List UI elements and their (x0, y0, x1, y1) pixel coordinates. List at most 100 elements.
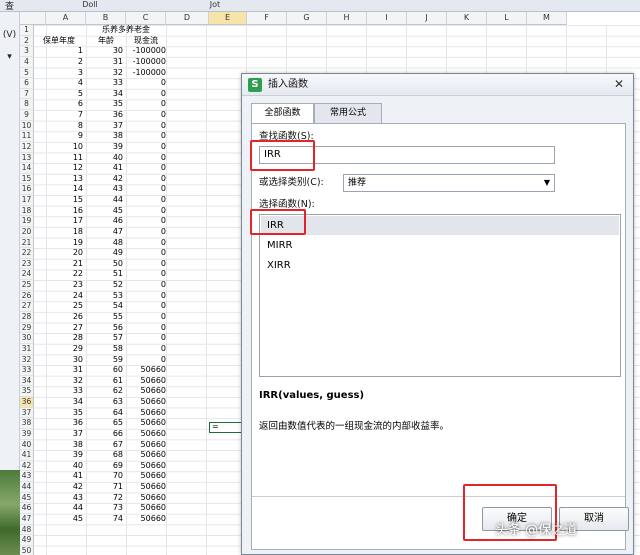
cell-cash-flow[interactable]: 0 (126, 344, 166, 355)
cell-age[interactable]: 51 (86, 269, 123, 280)
row-header[interactable]: 41 (20, 450, 34, 461)
cell-age[interactable]: 35 (86, 99, 123, 110)
cell-policy-year[interactable]: 10 (46, 142, 83, 153)
cell-policy-year[interactable]: 40 (46, 461, 83, 472)
cell-policy-year[interactable]: 43 (46, 493, 83, 504)
cell-policy-year[interactable]: 36 (46, 418, 83, 429)
column-header-k[interactable]: K (447, 12, 487, 25)
cell-policy-year[interactable]: 18 (46, 227, 83, 238)
cell-cash-flow[interactable]: 0 (126, 89, 166, 100)
row-header[interactable]: 50 (20, 545, 34, 555)
row-header[interactable]: 35 (20, 386, 34, 398)
cell-age[interactable]: 49 (86, 248, 123, 259)
row-header[interactable]: 25 (20, 280, 34, 291)
close-icon[interactable]: ✕ (611, 77, 627, 92)
row-header[interactable]: 21 (20, 237, 34, 249)
cell-age[interactable]: 45 (86, 206, 123, 217)
cell-policy-year[interactable]: 19 (46, 238, 83, 249)
column-header-g[interactable]: G (287, 12, 327, 25)
cell-cash-flow[interactable]: 50660 (126, 418, 166, 429)
cell-policy-year[interactable]: 16 (46, 206, 83, 217)
column-header-f[interactable]: F (247, 12, 287, 25)
row-header[interactable]: 22 (20, 248, 34, 259)
column-header-c[interactable]: C (126, 12, 166, 25)
row-header[interactable]: 24 (20, 269, 34, 281)
cell-cash-flow[interactable]: 0 (126, 78, 166, 89)
cell-policy-year[interactable]: 31 (46, 365, 83, 376)
cell-age[interactable]: 31 (86, 57, 123, 68)
cell-cash-flow[interactable]: 50660 (126, 440, 166, 451)
cell-cash-flow[interactable]: 50660 (126, 493, 166, 504)
row-header[interactable]: 37 (20, 407, 34, 419)
cell-cash-flow[interactable]: 0 (126, 195, 166, 206)
cell-policy-year[interactable]: 2 (46, 57, 83, 68)
row-header[interactable]: 32 (20, 354, 34, 366)
row-header[interactable]: 4 (20, 56, 34, 68)
row-header[interactable]: 43 (20, 471, 34, 483)
cell-cash-flow[interactable]: 0 (126, 301, 166, 312)
cell-cash-flow[interactable]: 50660 (126, 429, 166, 440)
cell-cash-flow[interactable]: 50660 (126, 408, 166, 419)
row-header[interactable]: 5 (20, 67, 34, 79)
row-header[interactable]: 23 (20, 258, 34, 270)
column-header-d[interactable]: D (166, 12, 209, 25)
cell-cash-flow[interactable]: 50660 (126, 376, 166, 387)
column-header-i[interactable]: I (367, 12, 407, 25)
cell-age[interactable]: 40 (86, 153, 123, 164)
document-tab-1[interactable]: Doll (60, 0, 120, 12)
cell-age[interactable]: 47 (86, 227, 123, 238)
cell-age[interactable]: 39 (86, 142, 123, 153)
cell-age[interactable]: 44 (86, 195, 123, 206)
cell-policy-year[interactable]: 37 (46, 429, 83, 440)
cell-age[interactable]: 34 (86, 89, 123, 100)
cell-policy-year[interactable]: 30 (46, 355, 83, 366)
row-header[interactable]: 17 (20, 195, 34, 206)
header-cash-flow[interactable]: 现金流 (126, 36, 166, 47)
select-all-corner[interactable] (20, 12, 46, 25)
tab-common-formulas[interactable]: 常用公式 (314, 103, 382, 123)
cell-policy-year[interactable]: 1 (46, 46, 83, 57)
cell-policy-year[interactable]: 39 (46, 450, 83, 461)
active-cell-e36[interactable]: = (209, 422, 243, 433)
cell-cash-flow[interactable]: 0 (126, 184, 166, 195)
cell-cash-flow[interactable]: 0 (126, 269, 166, 280)
row-header[interactable]: 26 (20, 290, 34, 302)
cell-cash-flow[interactable]: 0 (126, 99, 166, 110)
row-header[interactable]: 12 (20, 141, 34, 153)
cell-age[interactable]: 46 (86, 216, 123, 227)
cell-cash-flow[interactable]: 50660 (126, 386, 166, 397)
cell-cash-flow[interactable]: 50660 (126, 450, 166, 461)
row-header[interactable]: 13 (20, 152, 34, 164)
cell-age[interactable]: 57 (86, 333, 123, 344)
cell-cash-flow[interactable]: 0 (126, 163, 166, 174)
cell-policy-year[interactable]: 14 (46, 184, 83, 195)
cell-cash-flow[interactable]: 50660 (126, 397, 166, 408)
cell-age[interactable]: 63 (86, 397, 123, 408)
header-policy-year[interactable]: 保单年度 (36, 36, 82, 47)
row-header[interactable]: 49 (20, 535, 34, 546)
cell-policy-year[interactable]: 42 (46, 482, 83, 493)
function-item-irr[interactable]: IRR (261, 216, 619, 235)
cell-policy-year[interactable]: 11 (46, 153, 83, 164)
sheet-title-cell[interactable]: 乐养多养老金 (86, 25, 166, 36)
cell-age[interactable]: 37 (86, 121, 123, 132)
cell-age[interactable]: 43 (86, 184, 123, 195)
cell-cash-flow[interactable]: 0 (126, 227, 166, 238)
cell-policy-year[interactable]: 17 (46, 216, 83, 227)
cell-age[interactable]: 41 (86, 163, 123, 174)
row-header[interactable]: 48 (20, 524, 34, 536)
row-header[interactable]: 46 (20, 503, 34, 514)
column-header-a[interactable]: A (46, 12, 86, 25)
row-header[interactable]: 42 (20, 460, 34, 472)
cell-policy-year[interactable]: 27 (46, 323, 83, 334)
cell-cash-flow[interactable]: 0 (126, 280, 166, 291)
row-header[interactable]: 2 (20, 35, 34, 47)
row-header[interactable]: 30 (20, 333, 34, 344)
row-header[interactable]: 6 (20, 78, 34, 89)
cell-policy-year[interactable]: 4 (46, 78, 83, 89)
cell-cash-flow[interactable]: 0 (126, 323, 166, 334)
cell-age[interactable]: 32 (86, 68, 123, 79)
cell-age[interactable]: 60 (86, 365, 123, 376)
cell-cash-flow[interactable]: 50660 (126, 482, 166, 493)
cell-age[interactable]: 58 (86, 344, 123, 355)
